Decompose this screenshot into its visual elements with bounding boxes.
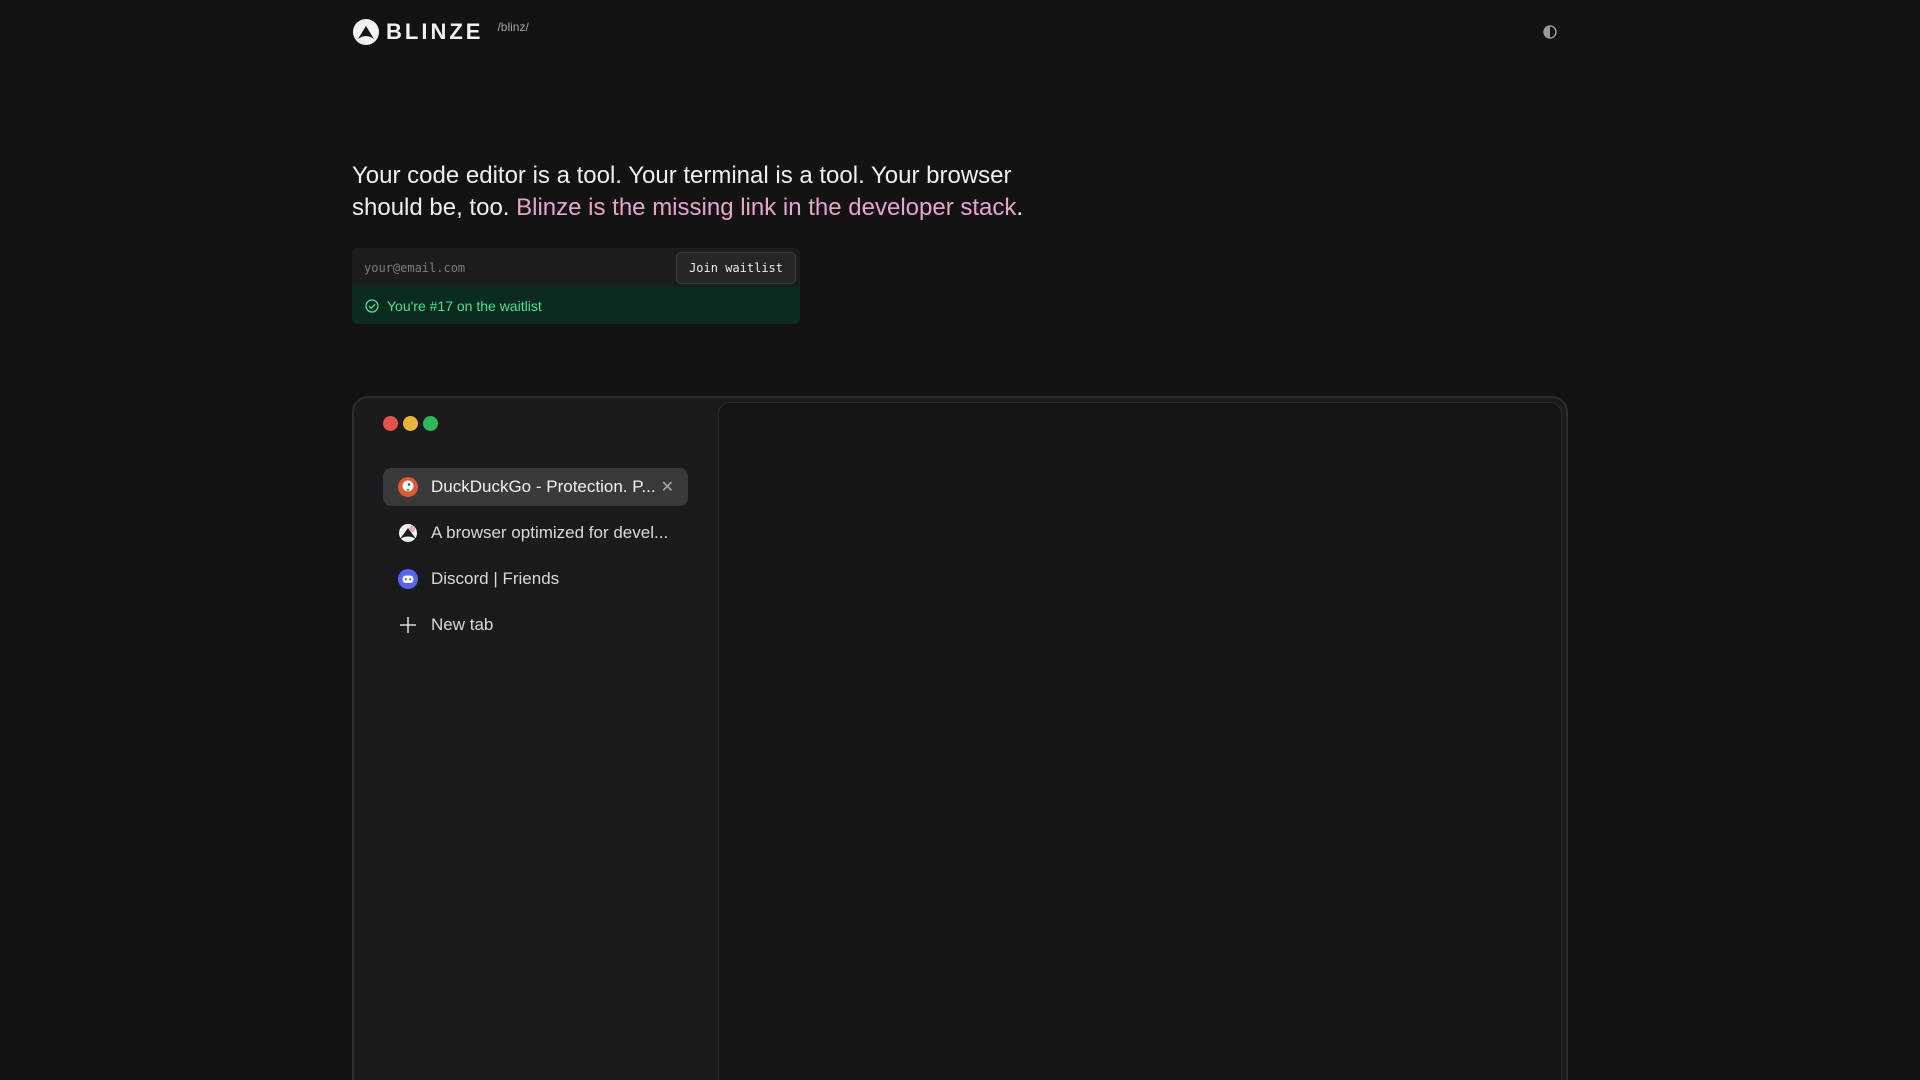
discord-icon: [397, 568, 419, 590]
blinze-logo-icon: [353, 19, 379, 45]
browser-mockup: DuckDuckGo - Protection. P... ✕ A browse…: [352, 396, 1568, 1080]
brand-logo[interactable]: BLINZE /blinz/: [352, 18, 529, 46]
hero-tagline: Your code editor is a tool. Your termina…: [352, 160, 1072, 224]
waitlist-input-row: Join waitlist: [352, 248, 800, 287]
tab-label: Discord | Friends: [431, 569, 560, 588]
tab-label: New tab: [431, 615, 494, 634]
tab-discord[interactable]: Discord | Friends: [383, 560, 688, 598]
duckduckgo-icon: [397, 476, 419, 498]
blinze-favicon-icon: [397, 522, 419, 544]
brand-slug: /blinz/: [497, 20, 529, 34]
waitlist-status-text: You're #17 on the waitlist: [387, 297, 542, 314]
sidebar-tab-list: DuckDuckGo - Protection. P... ✕ A browse…: [383, 468, 688, 652]
join-waitlist-button[interactable]: Join waitlist: [676, 251, 796, 284]
waitlist-form: Join waitlist You're #17 on the waitlist: [352, 248, 800, 324]
site-header: BLINZE /blinz/: [352, 16, 1558, 48]
tab-label: DuckDuckGo - Protection. P...: [431, 477, 655, 496]
tab-blinze[interactable]: A browser optimized for devel...: [383, 514, 688, 552]
email-input[interactable]: [364, 260, 677, 275]
contrast-icon: [1543, 25, 1557, 39]
tab-duckduckgo[interactable]: DuckDuckGo - Protection. P... ✕: [383, 468, 688, 506]
check-circle-icon: [365, 298, 379, 313]
close-icon[interactable]: ✕: [661, 477, 674, 497]
plus-icon: [397, 614, 419, 636]
minimize-window-dot[interactable]: [403, 416, 418, 431]
maximize-window-dot[interactable]: [423, 416, 438, 431]
window-controls: [383, 416, 438, 431]
browser-viewport[interactable]: [718, 402, 1562, 1080]
hero-accent-text: Blinze is the missing link in the develo…: [516, 194, 1017, 221]
theme-toggle-button[interactable]: [1542, 24, 1558, 40]
tab-label: A browser optimized for devel...: [431, 523, 669, 542]
waitlist-status: You're #17 on the waitlist: [352, 287, 800, 324]
close-window-dot[interactable]: [383, 416, 398, 431]
brand-wordmark: BLINZE: [386, 19, 484, 44]
new-tab-button[interactable]: New tab: [383, 606, 688, 644]
hero-text-end: .: [1016, 194, 1024, 221]
